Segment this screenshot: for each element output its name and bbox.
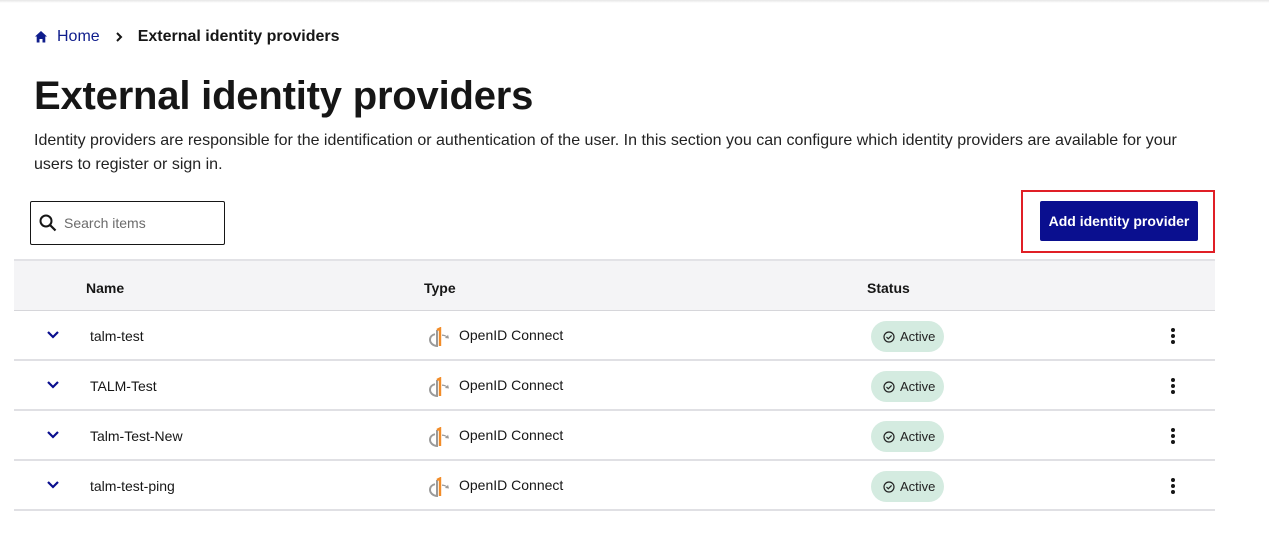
openid-icon [428, 327, 450, 347]
check-circle-icon [883, 430, 895, 443]
column-header-name[interactable]: Name [86, 280, 124, 296]
row-name: talm-test [90, 328, 144, 344]
row-type: OpenID Connect [459, 477, 564, 493]
page-description: Identity providers are responsible for t… [34, 132, 1177, 173]
row-name: Talm-Test-New [90, 428, 183, 444]
row-type: OpenID Connect [459, 427, 564, 443]
status-badge: Active [871, 371, 944, 402]
status-label: Active [900, 329, 936, 344]
kebab-menu-icon[interactable] [1166, 327, 1180, 345]
openid-icon [428, 427, 450, 447]
home-icon[interactable] [34, 30, 48, 44]
page-title: External identity providers [34, 74, 534, 118]
status-label: Active [900, 479, 936, 494]
search-icon [39, 214, 57, 232]
breadcrumb: Home External identity providers [34, 27, 340, 47]
row-name: TALM-Test [90, 378, 157, 394]
check-circle-icon [883, 330, 895, 343]
status-badge: Active [871, 321, 944, 352]
top-shadow [0, 0, 1269, 3]
column-header-type[interactable]: Type [424, 280, 456, 296]
row-name: talm-test-ping [90, 478, 175, 494]
row-type: OpenID Connect [459, 377, 564, 393]
table-row: Talm-Test-New OpenID Connect Active [14, 411, 1215, 461]
table-row: talm-test-ping OpenID Connect Active [14, 461, 1215, 511]
chevron-down-icon[interactable] [46, 330, 60, 340]
breadcrumb-home-link[interactable]: Home [57, 28, 100, 46]
identity-providers-table: Name Type Status talm-test OpenID Connec… [14, 259, 1215, 511]
table-header: Name Type Status [14, 259, 1215, 311]
chevron-down-icon[interactable] [46, 480, 60, 490]
status-badge: Active [871, 421, 944, 452]
column-header-status[interactable]: Status [867, 280, 910, 296]
breadcrumb-current: External identity providers [137, 28, 340, 45]
chevron-down-icon[interactable] [46, 380, 60, 390]
kebab-menu-icon[interactable] [1166, 477, 1180, 495]
status-label: Active [900, 429, 936, 444]
openid-icon [428, 377, 450, 397]
status-label: Active [900, 379, 936, 394]
table-row: TALM-Test OpenID Connect Active [14, 361, 1215, 411]
search-input[interactable] [64, 215, 214, 231]
kebab-menu-icon[interactable] [1166, 377, 1180, 395]
chevron-right-icon [114, 31, 124, 43]
check-circle-icon [883, 380, 895, 393]
check-circle-icon [883, 480, 895, 493]
kebab-menu-icon[interactable] [1166, 427, 1180, 445]
row-type: OpenID Connect [459, 327, 564, 343]
chevron-down-icon[interactable] [46, 430, 60, 440]
status-badge: Active [871, 471, 944, 502]
add-identity-provider-button[interactable]: Add identity provider [1040, 201, 1198, 241]
openid-icon [428, 477, 450, 497]
table-row: talm-test OpenID Connect Active [14, 311, 1215, 361]
search-box[interactable] [30, 201, 225, 245]
